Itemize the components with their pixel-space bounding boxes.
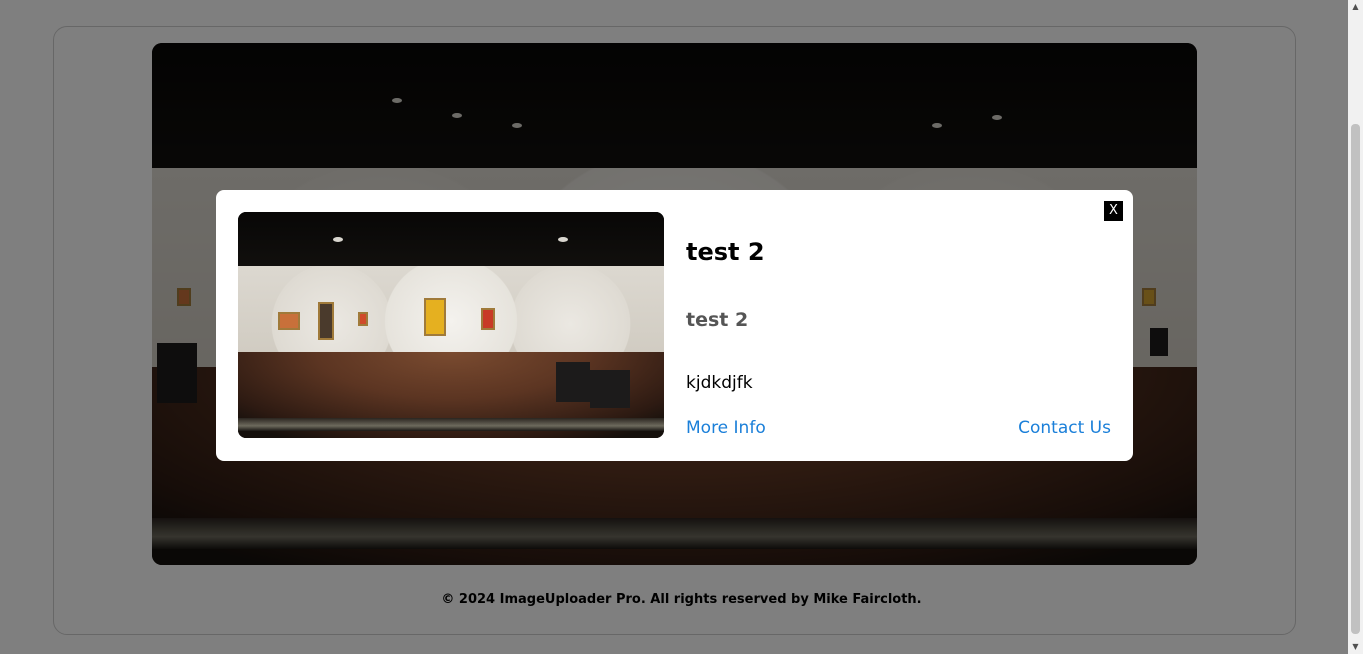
modal-title: test 2 [686, 238, 765, 266]
pano-wall [238, 266, 664, 366]
scroll-down-arrow-icon[interactable]: ▼ [1351, 642, 1360, 652]
painting [278, 312, 300, 330]
track-light [333, 237, 343, 242]
painting [481, 308, 495, 330]
pano-rail [238, 417, 664, 432]
close-button[interactable]: X [1104, 201, 1123, 221]
scrollbar-thumb[interactable] [1351, 124, 1360, 634]
painting [318, 302, 334, 340]
pedestal [590, 370, 630, 408]
contact-us-link[interactable]: Contact Us [1018, 418, 1111, 438]
modal-description: kjdkdjfk [686, 373, 753, 393]
image-detail-modal: X test 2 test 2 kjdkdjfk More Info Conta… [216, 190, 1133, 461]
painting [424, 298, 446, 336]
more-info-link[interactable]: More Info [686, 418, 766, 438]
track-light [558, 237, 568, 242]
painting [358, 312, 368, 326]
scrollbar[interactable]: ▲ ▼ [1348, 0, 1363, 654]
modal-subtitle: test 2 [686, 309, 749, 331]
modal-panorama-thumbnail [238, 212, 664, 438]
pedestal [556, 362, 590, 402]
scroll-up-arrow-icon[interactable]: ▲ [1351, 2, 1360, 12]
